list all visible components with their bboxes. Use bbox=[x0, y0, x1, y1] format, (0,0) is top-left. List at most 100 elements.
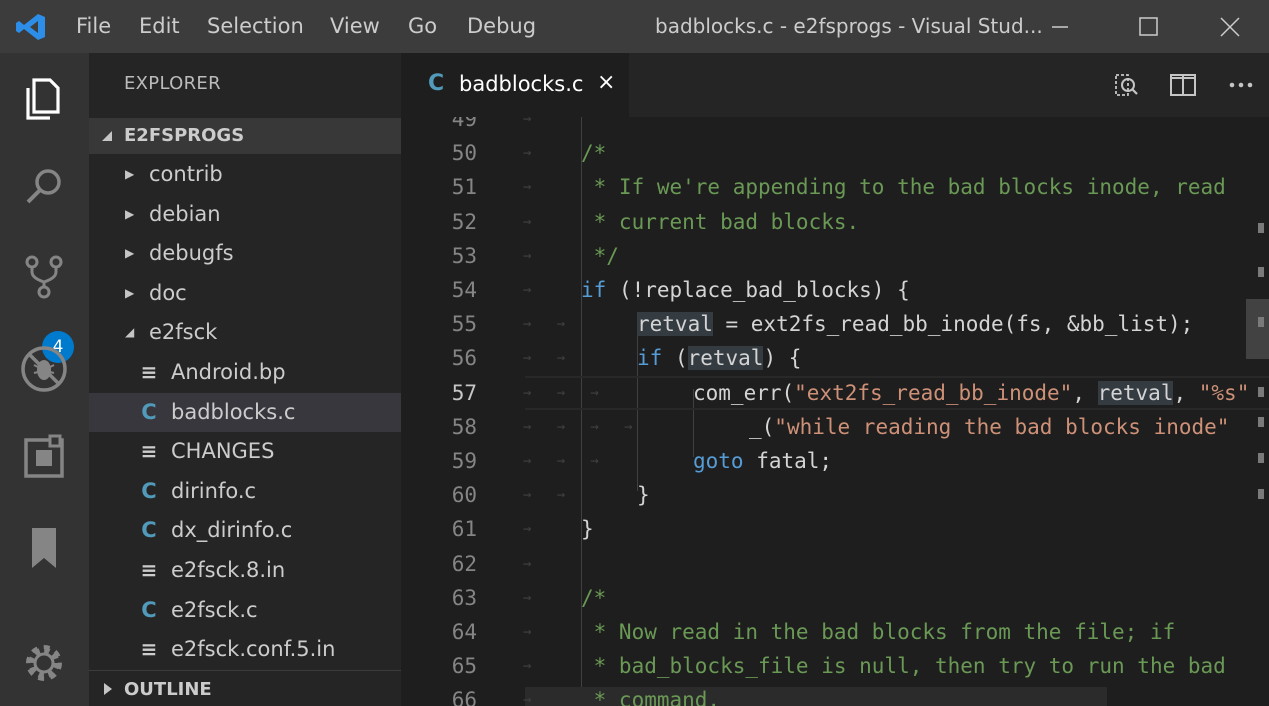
folder-header[interactable]: E2FSPROGS bbox=[89, 118, 401, 154]
code-token: = ext2fs_read_bb_inode(fs, &bb_list); bbox=[712, 312, 1194, 337]
code-token: com_err( bbox=[693, 380, 795, 405]
tab-badblocks-c[interactable]: C badblocks.c × bbox=[401, 53, 629, 117]
tree-item-e2fsck-c[interactable]: Ce2fsck.c bbox=[89, 591, 401, 630]
extensions-icon[interactable] bbox=[14, 428, 74, 488]
menu-go[interactable]: Go bbox=[408, 0, 437, 53]
code-line[interactable]: 61 → } bbox=[401, 512, 1269, 546]
code-token: "ext2fs_read_bb_inode" bbox=[794, 380, 1073, 405]
code-text: * current bad blocks. bbox=[581, 205, 860, 239]
code-line[interactable]: 60 → → } bbox=[401, 478, 1269, 512]
outline-header[interactable]: OUTLINE bbox=[89, 670, 401, 706]
tree-item-doc[interactable]: ▶ doc bbox=[89, 274, 401, 313]
close-icon[interactable] bbox=[1200, 0, 1260, 53]
tree-item-e2fsck-8-in[interactable]: ≡ e2fsck.8.in bbox=[89, 551, 401, 590]
tree-item-dx-dirinfo-c[interactable]: Cdx_dirinfo.c bbox=[89, 511, 401, 550]
tree-item-android-bp[interactable]: ≡ Android.bp bbox=[89, 353, 401, 392]
code-line[interactable]: 51 → * If we're appending to the bad bloc… bbox=[401, 170, 1269, 204]
tree-item-changes[interactable]: ≡ CHANGES bbox=[89, 432, 401, 471]
tree-item-label: e2fsck.8.in bbox=[171, 558, 286, 582]
tree-item-label: Android.bp bbox=[171, 360, 286, 384]
tree-item-contrib[interactable]: ▶ contrib bbox=[89, 155, 401, 194]
code-line[interactable]: 64 → * Now read in the bad blocks from th… bbox=[401, 615, 1269, 649]
code-line[interactable]: 57 → → → com_err("ext2fs_read_bb_inode", … bbox=[401, 376, 1269, 410]
code-token: , bbox=[1072, 380, 1098, 405]
line-number: 55 bbox=[451, 312, 477, 337]
code-editor[interactable]: 49 → 50 → /* 51 → * If we're appending to th… bbox=[401, 117, 1269, 706]
chevron-right-icon: ▶ bbox=[125, 285, 135, 300]
tree-item-e2fsck[interactable]: ◢ e2fsck bbox=[89, 313, 401, 352]
whitespace-tab-icon: → → → bbox=[523, 453, 625, 469]
line-number: 50 bbox=[451, 141, 477, 166]
more-actions-icon[interactable] bbox=[1223, 67, 1259, 103]
tree-item-dirinfo-c[interactable]: Cdirinfo.c bbox=[89, 472, 401, 511]
code-line[interactable]: 66 → * command. bbox=[401, 683, 1269, 706]
code-token: _( bbox=[749, 414, 775, 439]
code-token: * bad_blocks_file is null, then try to r… bbox=[581, 654, 1226, 679]
code-line[interactable]: 59 → → → goto fatal; bbox=[401, 444, 1269, 478]
c-file-icon: C bbox=[141, 518, 157, 543]
code-line[interactable]: 63 → /* bbox=[401, 581, 1269, 615]
tree-item-label: e2fsck.c bbox=[171, 597, 258, 622]
tree-item-badblocks-c[interactable]: Cbadblocks.c bbox=[89, 392, 401, 432]
line-number: 61 bbox=[451, 517, 477, 542]
code-line[interactable]: 62 → bbox=[401, 547, 1269, 581]
debug-icon[interactable] bbox=[14, 339, 74, 399]
menu-view[interactable]: View bbox=[330, 0, 380, 53]
code-token: } bbox=[637, 483, 650, 508]
code-line[interactable]: 53 → */ bbox=[401, 239, 1269, 273]
code-line[interactable]: 65 → * bad_blocks_file is null, then try … bbox=[401, 649, 1269, 683]
line-number: 49 bbox=[451, 117, 477, 131]
tree-item-label: debugfs bbox=[149, 241, 234, 266]
code-line[interactable]: 54 → if (!replace_bad_blocks) { bbox=[401, 273, 1269, 307]
code-text: } bbox=[581, 512, 594, 546]
code-line[interactable]: 55 → → retval = ext2fs_read_bb_inode(fs, … bbox=[401, 307, 1269, 341]
gear-icon[interactable] bbox=[14, 633, 74, 693]
open-changes-icon[interactable] bbox=[1108, 67, 1144, 103]
maximize-icon[interactable] bbox=[1119, 0, 1179, 53]
c-file-icon: C bbox=[428, 71, 445, 96]
line-number: 64 bbox=[451, 620, 477, 644]
whitespace-tab-icon: → bbox=[523, 624, 557, 640]
bookmark-icon[interactable] bbox=[14, 518, 74, 578]
whitespace-tab-icon: → bbox=[523, 247, 557, 264]
search-icon[interactable] bbox=[14, 158, 74, 218]
whitespace-tab-icon: → bbox=[523, 282, 557, 298]
source-control-icon[interactable] bbox=[14, 248, 74, 308]
code-line[interactable]: 58 → → → → _("while reading the bad block… bbox=[401, 410, 1269, 444]
code-line[interactable]: 50 → /* bbox=[401, 136, 1269, 170]
code-line[interactable]: 56 → → if (retval) { bbox=[401, 341, 1269, 375]
code-token: , bbox=[1173, 380, 1199, 405]
tree-item-debugfs[interactable]: ▶ debugfs bbox=[89, 234, 401, 273]
menu-selection[interactable]: Selection bbox=[207, 0, 304, 53]
menu-debug[interactable]: Debug bbox=[467, 0, 536, 53]
menu-file[interactable]: File bbox=[76, 0, 111, 53]
menu-edit[interactable]: Edit bbox=[139, 0, 180, 53]
tree-item-label: debian bbox=[149, 201, 221, 226]
tree-item-label: CHANGES bbox=[171, 439, 275, 464]
title-bar: File Edit Selection View Go Debug badblo… bbox=[0, 0, 1269, 53]
code-text: * Now read in the bad blocks from the fi… bbox=[581, 615, 1176, 649]
split-editor-icon[interactable] bbox=[1165, 67, 1201, 103]
tab-close-icon[interactable]: × bbox=[597, 70, 615, 95]
code-token: */ bbox=[581, 243, 619, 268]
tree-item-label: dirinfo.c bbox=[171, 478, 257, 503]
minimize-icon[interactable] bbox=[1030, 0, 1090, 53]
code-token: * Now read in the bad blocks from the fi… bbox=[581, 620, 1176, 644]
whitespace-tab-icon: → bbox=[523, 589, 557, 606]
files-icon[interactable] bbox=[14, 68, 74, 128]
code-text: /* bbox=[581, 136, 606, 170]
vscode-logo-icon[interactable] bbox=[14, 12, 48, 42]
tree-item-e2fsck-conf-5-in[interactable]: ≡ e2fsck.conf.5.in bbox=[89, 630, 401, 669]
tree-item-debian[interactable]: ▶ debian bbox=[89, 195, 401, 234]
line-number: 63 bbox=[451, 585, 477, 610]
chevron-right-icon: ▶ bbox=[125, 246, 135, 261]
code-text: retval = ext2fs_read_bb_inode(fs, &bb_li… bbox=[637, 307, 1193, 341]
code-token: ( bbox=[662, 346, 688, 371]
whitespace-tab-icon: → bbox=[523, 179, 557, 196]
code-token: ) { bbox=[763, 346, 802, 371]
whitespace-tab-icon: → bbox=[523, 658, 557, 675]
code-line[interactable]: 49 → bbox=[401, 117, 1269, 136]
code-line[interactable]: 52 → * current bad blocks. bbox=[401, 205, 1269, 239]
tree-item-label: contrib bbox=[149, 162, 223, 186]
chevron-right-icon bbox=[104, 683, 112, 695]
